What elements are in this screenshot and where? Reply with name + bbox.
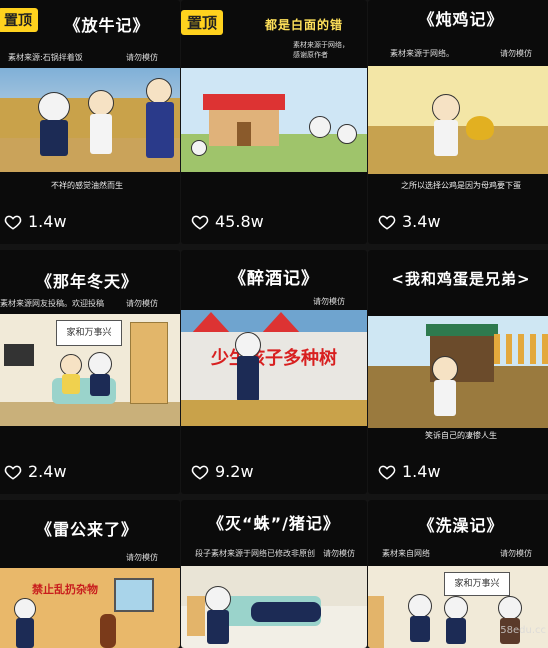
video-caption: 之所以选择公鸡是因为母鸡要下蛋: [401, 181, 521, 190]
like-count[interactable]: 1.4w: [4, 212, 67, 231]
like-count-text: 1.4w: [28, 212, 67, 231]
slogan-banner: 少生孩子多种树: [211, 348, 337, 369]
video-title: 《炖鸡记》: [418, 10, 504, 29]
video-warning: 请勿模仿: [500, 549, 532, 558]
video-card-4[interactable]: 《那年冬天》 素材来源网友投稿。欢迎投稿 请勿模仿 家和万事兴 2.4w: [0, 250, 180, 494]
tv-cabinet: [4, 344, 34, 366]
like-count[interactable]: 2.4w: [4, 462, 67, 481]
video-thumbnail: 少生孩子多种树: [181, 310, 367, 426]
video-warning: 请勿模仿: [500, 49, 532, 58]
like-count-text: 45.8w: [215, 212, 264, 231]
like-count-text: 1.4w: [402, 462, 441, 481]
heart-icon: [378, 465, 396, 480]
video-thumbnail: 家和万事兴: [0, 314, 180, 426]
pin-badge: 置顶: [181, 10, 224, 35]
heart-icon: [4, 215, 22, 230]
heart-icon: [4, 465, 22, 480]
like-count[interactable]: 45.8w: [191, 212, 264, 231]
video-title: <我和鸡蛋是兄弟>: [391, 270, 531, 288]
lying-character: [251, 602, 321, 622]
video-title: 《灭“蛛”/猪记》: [208, 514, 340, 533]
heart-icon: [378, 215, 396, 230]
pin-badge: 置顶: [0, 8, 38, 32]
video-title: 《那年冬天》: [35, 272, 138, 291]
video-warning: 请勿模仿: [126, 53, 158, 62]
video-grid: 置顶 《放牛记》 素材来源:石锅拌着饭 请勿模仿 不祥的感觉油然而生 1.4w: [0, 0, 548, 648]
video-thumbnail: [368, 316, 548, 428]
video-card-1[interactable]: 置顶 《放牛记》 素材来源:石锅拌着饭 请勿模仿 不祥的感觉油然而生 1.4w: [0, 0, 180, 244]
video-card-5[interactable]: 《醉酒记》 请勿模仿 少生孩子多种树 9.2w: [181, 250, 367, 494]
wardrobe: [130, 322, 168, 404]
video-source: 素材来源于网络，感谢原作者: [293, 41, 349, 59]
video-warning: 请勿模仿: [126, 299, 158, 308]
video-thumbnail: [0, 68, 180, 172]
cow-character: [34, 92, 74, 162]
video-source: 素材来自网络: [382, 549, 430, 558]
like-count[interactable]: 1.4w: [378, 462, 441, 481]
video-thumbnail: [181, 68, 367, 172]
video-source: 素材来源:石锅拌着饭: [8, 53, 83, 62]
like-count-text: 3.4w: [402, 212, 441, 231]
watermark: 58edu.cc: [500, 625, 546, 636]
man-character: [428, 94, 462, 164]
video-source: 素材来源于网络。: [390, 49, 454, 58]
video-caption: 笑诉自己的凄惨人生: [425, 431, 497, 440]
video-warning: 请勿模仿: [126, 553, 158, 562]
video-title: 《醉酒记》: [229, 269, 319, 289]
video-thumbnail: [181, 566, 367, 648]
video-card-2[interactable]: 置顶 都是白面的错 素材来源于网络，感谢原作者 45.8w: [181, 0, 367, 244]
wall-sign: 家和万事兴: [444, 572, 510, 596]
video-warning: 请勿模仿: [313, 297, 345, 306]
wall-sign: 家和万事兴: [56, 320, 122, 346]
like-count[interactable]: 3.4w: [378, 212, 441, 231]
rooster: [466, 116, 494, 140]
video-source: 段子素材来源于网络已修改非原创: [195, 549, 315, 558]
video-card-3[interactable]: 《炖鸡记》 素材来源于网络。 请勿模仿 之所以选择公鸡是因为母鸡要下蛋 3.4w: [368, 0, 548, 244]
heart-icon: [191, 215, 209, 230]
video-warning: 请勿模仿: [323, 549, 355, 558]
video-thumbnail: [368, 66, 548, 174]
video-card-6[interactable]: <我和鸡蛋是兄弟> 笑诉自己的凄惨人生 1.4w: [368, 250, 548, 494]
farmer-character: [86, 90, 116, 160]
video-source: 素材来源网友投稿。欢迎投稿: [0, 299, 104, 308]
video-thumbnail: 禁止乱扔杂物: [0, 568, 180, 648]
video-title: 《洗澡记》: [418, 516, 504, 535]
wall-sign: 禁止乱扔杂物: [32, 583, 98, 596]
like-count[interactable]: 9.2w: [191, 462, 254, 481]
video-title: 《雷公来了》: [35, 520, 138, 539]
like-count-text: 2.4w: [28, 462, 67, 481]
video-caption: 不祥的感觉油然而生: [51, 181, 123, 190]
heart-icon: [191, 465, 209, 480]
video-card-8[interactable]: 《灭“蛛”/猪记》 段子素材来源于网络已修改非原创 请勿模仿: [181, 500, 367, 648]
video-card-7[interactable]: 《雷公来了》 请勿模仿 禁止乱扔杂物: [0, 500, 180, 648]
like-count-text: 9.2w: [215, 462, 254, 481]
